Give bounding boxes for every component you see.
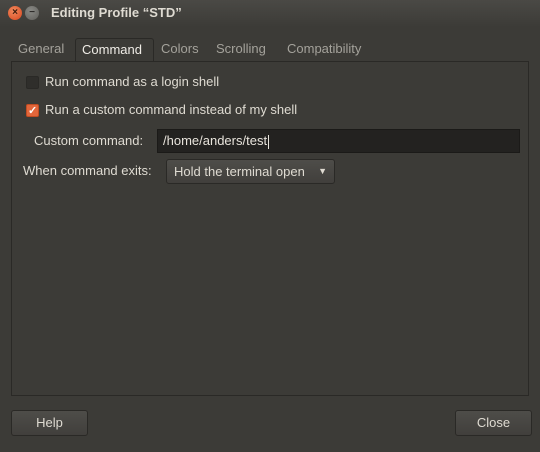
tab-general[interactable]: General <box>12 38 74 62</box>
exit-action-value: Hold the terminal open <box>174 164 305 179</box>
checkmark-icon: ✓ <box>28 105 38 117</box>
login-shell-label[interactable]: Run command as a login shell <box>45 73 219 91</box>
text-caret <box>268 134 270 149</box>
help-button[interactable]: Help <box>11 410 88 436</box>
title-bar: × − Editing Profile “STD” <box>0 0 540 27</box>
exit-action-dropdown[interactable]: Hold the terminal open ▼ <box>166 159 335 184</box>
window-minimize-button[interactable]: − <box>25 6 39 20</box>
dropdown-arrow-icon: ▼ <box>318 166 327 176</box>
custom-command-value: /home/anders/test <box>163 133 268 148</box>
minimize-icon: − <box>29 7 35 18</box>
custom-command-label: Custom command: <box>34 133 144 148</box>
custom-command-toggle-label[interactable]: Run a custom command instead of my shell <box>45 101 297 119</box>
tab-command[interactable]: Command <box>75 38 154 62</box>
window-close-button[interactable]: × <box>8 6 22 20</box>
tab-scrolling[interactable]: Scrolling <box>210 38 280 62</box>
tab-colors[interactable]: Colors <box>155 38 209 62</box>
custom-command-checkbox[interactable]: ✓ <box>26 104 39 117</box>
close-button[interactable]: Close <box>455 410 532 436</box>
login-shell-checkbox[interactable] <box>26 76 39 89</box>
window-title: Editing Profile “STD” <box>51 5 182 20</box>
tab-compatibility[interactable]: Compatibility <box>281 38 379 62</box>
exit-action-label: When command exits: <box>23 163 152 178</box>
custom-command-input[interactable]: /home/anders/test <box>157 129 520 153</box>
close-icon: × <box>12 7 18 18</box>
profile-editor-window: × − Editing Profile “STD” General Comman… <box>0 0 540 452</box>
